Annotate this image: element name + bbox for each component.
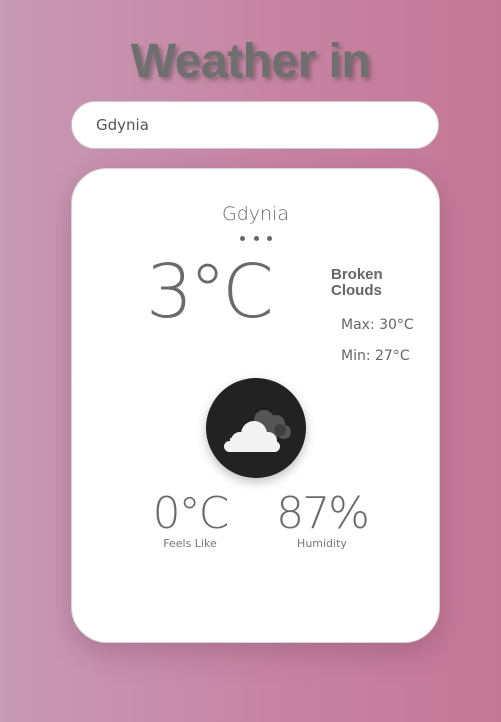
weather-card: Gdynia 3°C Broken Clouds Max: 30°C Min: … [71,168,440,643]
dot [267,236,272,241]
current-temperature: 3°C [146,249,274,335]
more-options-icon[interactable] [240,236,272,242]
broken-clouds-icon [224,410,291,452]
humidity-stat: 87% Humidity [276,488,370,551]
max-temperature: Max: 30°C [341,317,414,333]
dot [253,236,259,241]
feels-like-value: 0°C [152,488,230,539]
feels-like-stat: 0°C Feels Like [150,488,230,551]
weather-description: Broken Clouds [331,266,383,299]
page-title: Weather in [130,35,371,88]
dot [240,236,245,241]
humidity-value: 87% [276,488,370,539]
city-name: Gdynia [222,203,289,225]
city-search-input[interactable] [71,101,439,149]
weather-icon-badge [206,378,306,478]
min-temperature: Min: 27°C [341,348,410,364]
